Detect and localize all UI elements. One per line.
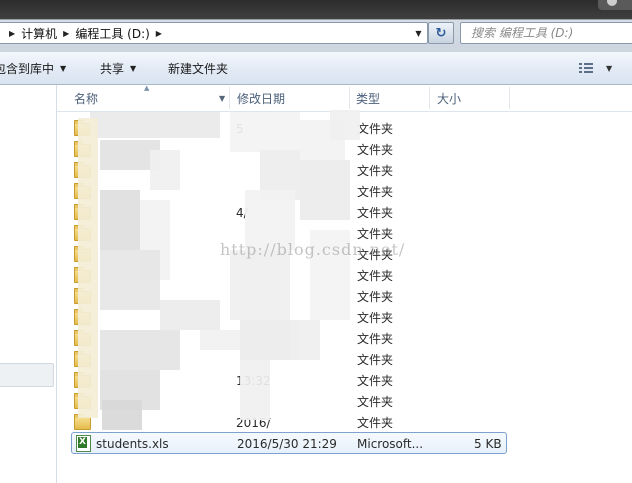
mosaic-block (230, 250, 290, 320)
include-in-library-label: 包含到库中 (0, 61, 55, 76)
change-view-button[interactable]: ▼ (578, 60, 612, 76)
column-date-modified[interactable]: 修改日期 (237, 85, 285, 111)
folder-type: 文件夹 (357, 143, 394, 157)
chevron-right-icon[interactable]: ▶ (9, 29, 15, 38)
details-view-icon (579, 63, 593, 73)
mosaic-block (78, 118, 98, 418)
sort-ascending-icon: ▲ (144, 84, 150, 92)
file-row-students[interactable]: students.xls 2016/5/30 21:29 Microsoft..… (71, 432, 507, 454)
excel-file-icon (76, 435, 91, 452)
refresh-icon: ↻ (435, 25, 447, 41)
address-bar[interactable]: ▶ 计算机 ▶ 编程工具 (D:) ▶ ▼ (0, 22, 428, 44)
chevron-down-icon: ▼ (60, 63, 67, 73)
folder-type: 文件夹 (357, 206, 394, 220)
chevron-down-icon: ▼ (130, 63, 137, 73)
mosaic-block (100, 250, 160, 310)
folder-type: 文件夹 (357, 122, 394, 136)
search-input[interactable] (469, 23, 632, 43)
column-type[interactable]: 类型 (356, 85, 380, 111)
file-type: Microsoft... (357, 436, 424, 451)
share-label: 共享 (100, 61, 125, 76)
mosaic-block (150, 150, 180, 190)
column-size[interactable]: 大小 (437, 85, 461, 111)
new-folder-label: 新建文件夹 (168, 61, 229, 76)
new-folder-button[interactable]: 新建文件夹 (168, 60, 228, 76)
mosaic-block (102, 400, 142, 430)
address-history-dropdown[interactable]: ▼ (410, 23, 427, 43)
navigation-pane[interactable] (0, 85, 57, 483)
file-size: 5 KB (474, 436, 502, 451)
folder-type: 文件夹 (357, 269, 394, 283)
column-header: 名称 ▲ ▼ 修改日期 类型 大小 (57, 84, 632, 112)
mosaic-block (290, 320, 320, 360)
folder-type: 文件夹 (357, 416, 394, 430)
file-date: 2016/5/30 21:29 (237, 436, 337, 451)
column-filter-dropdown-icon[interactable]: ▼ (219, 94, 225, 103)
chevron-right-icon[interactable]: ▶ (63, 29, 69, 38)
folder-type: 文件夹 (357, 311, 394, 325)
mosaic-block (100, 190, 140, 250)
command-bar: 包含到库中 ▼ 共享 ▼ 新建文件夹 ▼ (0, 52, 632, 85)
folder-type: 文件夹 (357, 353, 394, 367)
folder-type: 文件夹 (357, 332, 394, 346)
chevron-down-icon: ▼ (606, 63, 613, 73)
folder-type: 文件夹 (357, 164, 394, 178)
column-name[interactable]: 名称 (74, 85, 98, 111)
window-control[interactable] (598, 0, 632, 10)
search-box[interactable] (460, 22, 632, 44)
nav-selected-item[interactable] (0, 363, 54, 387)
mosaic-block (330, 110, 360, 140)
chevron-right-icon[interactable]: ▶ (156, 29, 162, 38)
breadcrumb: ▶ 计算机 ▶ 编程工具 (D:) ▶ (3, 25, 168, 41)
folder-icon (74, 414, 91, 430)
file-name: students.xls (96, 436, 169, 451)
folder-type: 文件夹 (357, 185, 394, 199)
mosaic-block (200, 330, 240, 350)
breadcrumb-computer[interactable]: 计算机 (21, 25, 57, 42)
window-frame (0, 0, 632, 19)
watermark: http://blog.csdn.net/ (220, 240, 406, 259)
folder-type: 文件夹 (357, 290, 394, 304)
include-in-library-button[interactable]: 包含到库中 ▼ (0, 60, 66, 76)
mosaic-block (230, 112, 300, 152)
breadcrumb-drive-d[interactable]: 编程工具 (D:) (75, 25, 149, 42)
mosaic-block (240, 360, 270, 420)
mosaic-block (100, 330, 180, 370)
folder-type: 文件夹 (357, 395, 394, 409)
mosaic-block (160, 300, 220, 330)
title-bar: ▶ 计算机 ▶ 编程工具 (D:) ▶ ▼ ↻ (0, 0, 632, 52)
refresh-button[interactable]: ↻ (428, 22, 454, 44)
mosaic-block (90, 112, 220, 138)
share-button[interactable]: 共享 ▼ (100, 60, 136, 76)
mosaic-block (300, 160, 350, 220)
folder-type: 文件夹 (357, 374, 394, 388)
